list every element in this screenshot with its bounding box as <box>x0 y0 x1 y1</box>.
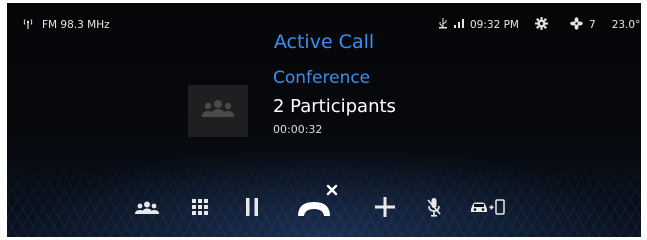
car-to-phone-icon <box>469 199 507 219</box>
fan-speed-value: 7 <box>589 19 596 31</box>
mute-button[interactable] <box>422 191 446 227</box>
transfer-to-phone-button[interactable] <box>467 191 509 227</box>
add-call-button[interactable] <box>371 191 399 227</box>
call-duration: 00:00:32 <box>273 123 323 136</box>
hold-button[interactable] <box>239 191 265 227</box>
clock-label: 09:32 PM <box>470 18 519 31</box>
keypad-button[interactable] <box>185 191 215 227</box>
group-avatar-icon <box>201 99 235 123</box>
status-bar-radio[interactable]: FM 98.3 MHz <box>22 17 110 32</box>
participants-icon <box>135 200 159 219</box>
radio-station-label: FM 98.3 MHz <box>42 18 110 31</box>
call-type-label: Conference <box>273 68 371 88</box>
mic-muted-icon <box>427 197 441 221</box>
usb-icon <box>438 17 448 32</box>
participants-count: 2 Participants <box>273 96 396 117</box>
participants-button[interactable] <box>130 191 164 227</box>
car-head-unit-screen: FM 98.3 MHz 09:32 PM 7 23.0° Active Call… <box>7 3 641 237</box>
status-bar-connectivity: 09:32 PM <box>438 17 519 32</box>
hang-up-icon <box>292 180 340 226</box>
temperature-value: 23.0°C <box>611 19 641 31</box>
pause-icon <box>246 198 258 220</box>
caller-avatar <box>188 85 248 137</box>
page-title: Active Call <box>273 31 375 53</box>
end-call-button[interactable] <box>291 179 341 227</box>
call-controls-bar <box>7 184 641 227</box>
plus-icon <box>375 197 395 221</box>
antenna-icon <box>22 17 34 32</box>
signal-icon <box>454 18 464 31</box>
keypad-icon <box>192 199 208 219</box>
